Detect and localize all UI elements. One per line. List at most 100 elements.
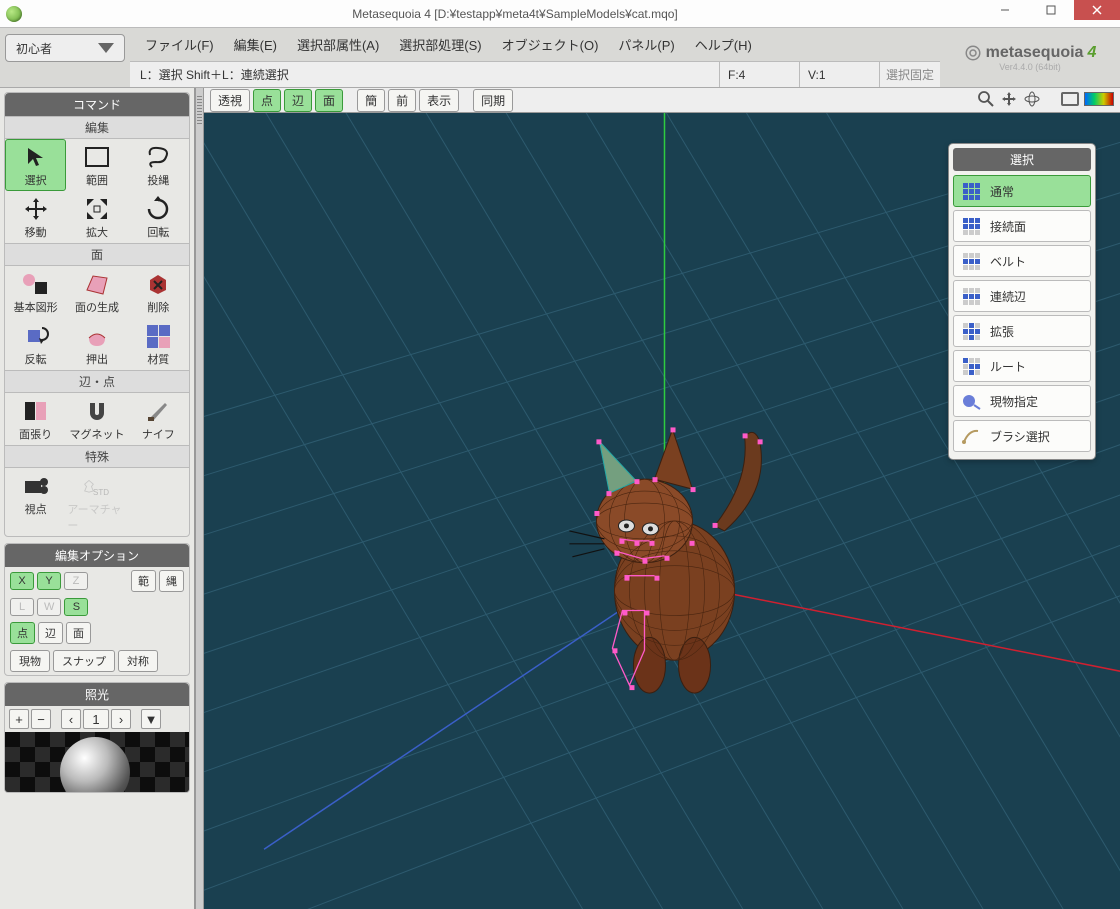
splitter[interactable] xyxy=(195,88,204,909)
menubar: ファイル(F) 編集(E) 選択部属性(A) 選択部処理(S) オブジェクト(O… xyxy=(130,28,940,61)
command-panel-title: コマンド xyxy=(5,93,189,116)
tool-magnet[interactable]: マグネット xyxy=(66,393,127,445)
vtab-edge[interactable]: 辺 xyxy=(284,89,312,112)
opt-snap[interactable]: スナップ xyxy=(53,650,115,672)
menu-file[interactable]: ファイル(F) xyxy=(136,32,223,57)
close-button[interactable] xyxy=(1074,0,1120,20)
mode-selector[interactable]: 初心者 xyxy=(5,34,125,62)
vtab-face[interactable]: 面 xyxy=(315,89,343,112)
tool-primitives[interactable]: 基本図形 xyxy=(5,266,66,318)
sel-normal[interactable]: 通常 xyxy=(953,175,1091,207)
tool-move[interactable]: 移動 xyxy=(5,191,66,243)
status-faces: F:4 xyxy=(720,62,800,87)
tool-delete[interactable]: 削除 xyxy=(128,266,189,318)
sel-expand[interactable]: 拡張 xyxy=(953,315,1091,347)
opt-point[interactable]: 点 xyxy=(10,622,35,644)
tool-flip[interactable]: 反転 xyxy=(5,318,66,370)
menu-selattr[interactable]: 選択部属性(A) xyxy=(288,32,388,57)
zoom-icon[interactable] xyxy=(977,90,995,108)
light-prev[interactable]: ‹ xyxy=(61,709,81,729)
monitor-icon[interactable] xyxy=(1061,92,1079,106)
tool-rotate[interactable]: 回転 xyxy=(128,191,189,243)
group-face: 面 xyxy=(5,243,189,266)
opt-w[interactable]: W xyxy=(37,598,61,616)
light-panel: 照光 + − ‹ 1 › ▼ xyxy=(4,682,190,793)
view-tabs: 透視 点 辺 面 簡 前 表示 同期 xyxy=(204,88,1120,113)
sel-connected-edge[interactable]: 連続辺 xyxy=(953,280,1091,312)
menu-help[interactable]: ヘルプ(H) xyxy=(686,32,761,57)
vtab-persp[interactable]: 透視 xyxy=(210,89,250,112)
command-panel: コマンド 編集 選択 範囲 投縄 移動 拡大 回転 面 基本図形 面の生成 削除… xyxy=(4,92,190,537)
light-remove[interactable]: − xyxy=(31,709,51,729)
light-menu[interactable]: ▼ xyxy=(141,709,161,729)
titlebar: Metasequoia 4 [D:¥testapp¥meta4t¥SampleM… xyxy=(0,0,1120,28)
axis-z[interactable]: Z xyxy=(64,572,88,590)
sel-brush[interactable]: ブラシ選択 xyxy=(953,420,1091,452)
sel-connected-face[interactable]: 接続面 xyxy=(953,210,1091,242)
axis-y[interactable]: Y xyxy=(37,572,61,590)
light-next[interactable]: › xyxy=(111,709,131,729)
vtab-front[interactable]: 前 xyxy=(388,89,416,112)
tool-material[interactable]: 材質 xyxy=(128,318,189,370)
tool-create-face[interactable]: 面の生成 xyxy=(66,266,127,318)
tool-face-stretch[interactable]: 面張り xyxy=(5,393,66,445)
status-verts: V:1 xyxy=(800,62,880,87)
opt-range[interactable]: 範 xyxy=(131,570,156,592)
minimize-button[interactable] xyxy=(982,0,1028,20)
app-icon xyxy=(6,6,22,22)
tool-extrude[interactable]: 押出 xyxy=(66,318,127,370)
menu-edit[interactable]: 編集(E) xyxy=(225,32,286,57)
status-bar: L：選択 Shift＋L：連続選択 F:4 V:1 選択固定 xyxy=(130,61,940,87)
edit-options-panel: 編集オプション X Y Z 範 縄 L W S 点 辺 面 現物 スナップ xyxy=(4,543,190,676)
opt-edge[interactable]: 辺 xyxy=(38,622,63,644)
maximize-button[interactable] xyxy=(1028,0,1074,20)
logo-area: metasequoia4 Ver4.4.0 (64bit) xyxy=(940,28,1120,87)
vtab-display[interactable]: 表示 xyxy=(419,89,459,112)
opt-rope[interactable]: 縄 xyxy=(159,570,184,592)
viewport-column: 透視 点 辺 面 簡 前 表示 同期 xyxy=(204,88,1120,909)
opt-s[interactable]: S xyxy=(64,598,88,616)
select-panel[interactable]: 選択 通常 接続面 ベルト 連続辺 拡張 ルート 現物指定 ブラシ選択 xyxy=(948,143,1096,460)
tool-rect[interactable]: 範囲 xyxy=(66,139,127,191)
opt-face[interactable]: 面 xyxy=(66,622,91,644)
opt-l[interactable]: L xyxy=(10,598,34,616)
opt-real[interactable]: 現物 xyxy=(10,650,50,672)
sel-belt[interactable]: ベルト xyxy=(953,245,1091,277)
sidebar: コマンド 編集 選択 範囲 投縄 移動 拡大 回転 面 基本図形 面の生成 削除… xyxy=(0,88,195,909)
vtab-vert[interactable]: 点 xyxy=(253,89,281,112)
tool-scale[interactable]: 拡大 xyxy=(66,191,127,243)
menu-selproc[interactable]: 選択部処理(S) xyxy=(390,32,490,57)
select-panel-title: 選択 xyxy=(953,148,1091,171)
top-toolbar: 初心者 ファイル(F) 編集(E) 選択部属性(A) 選択部処理(S) オブジェ… xyxy=(0,28,1120,88)
opt-sym[interactable]: 対称 xyxy=(118,650,158,672)
light-index: 1 xyxy=(83,709,109,729)
status-lock[interactable]: 選択固定 xyxy=(880,62,940,87)
tool-lasso[interactable]: 投縄 xyxy=(128,139,189,191)
orbit-icon[interactable] xyxy=(1023,90,1041,108)
pan-icon[interactable] xyxy=(1000,90,1018,108)
group-edgevert: 辺・点 xyxy=(5,370,189,393)
vtab-simple[interactable]: 簡 xyxy=(357,89,385,112)
tool-viewpoint[interactable]: 視点 xyxy=(5,468,66,536)
window-title: Metasequoia 4 [D:¥testapp¥meta4t¥SampleM… xyxy=(30,7,1120,21)
status-hint: L：選択 Shift＋L：連続選択 xyxy=(130,62,720,87)
vtab-sync[interactable]: 同期 xyxy=(473,89,513,112)
tool-knife[interactable]: ナイフ xyxy=(128,393,189,445)
light-panel-title: 照光 xyxy=(5,683,189,706)
tool-select[interactable]: 選択 xyxy=(5,139,66,191)
group-edit: 編集 xyxy=(5,116,189,139)
sel-actual[interactable]: 現物指定 xyxy=(953,385,1091,417)
gear-icon xyxy=(964,44,982,62)
axis-x[interactable]: X xyxy=(10,572,34,590)
tool-armature[interactable]: STDアーマチャー xyxy=(66,468,127,536)
edit-options-title: 編集オプション xyxy=(5,544,189,567)
chevron-down-icon xyxy=(98,43,114,53)
color-strip-icon[interactable] xyxy=(1084,92,1114,106)
light-preview[interactable] xyxy=(5,732,189,792)
sel-route[interactable]: ルート xyxy=(953,350,1091,382)
mode-label: 初心者 xyxy=(16,40,52,57)
viewport-3d[interactable]: 選択 通常 接続面 ベルト 連続辺 拡張 ルート 現物指定 ブラシ選択 xyxy=(204,113,1120,909)
light-add[interactable]: + xyxy=(9,709,29,729)
menu-object[interactable]: オブジェクト(O) xyxy=(493,32,608,57)
menu-panel[interactable]: パネル(P) xyxy=(609,32,683,57)
